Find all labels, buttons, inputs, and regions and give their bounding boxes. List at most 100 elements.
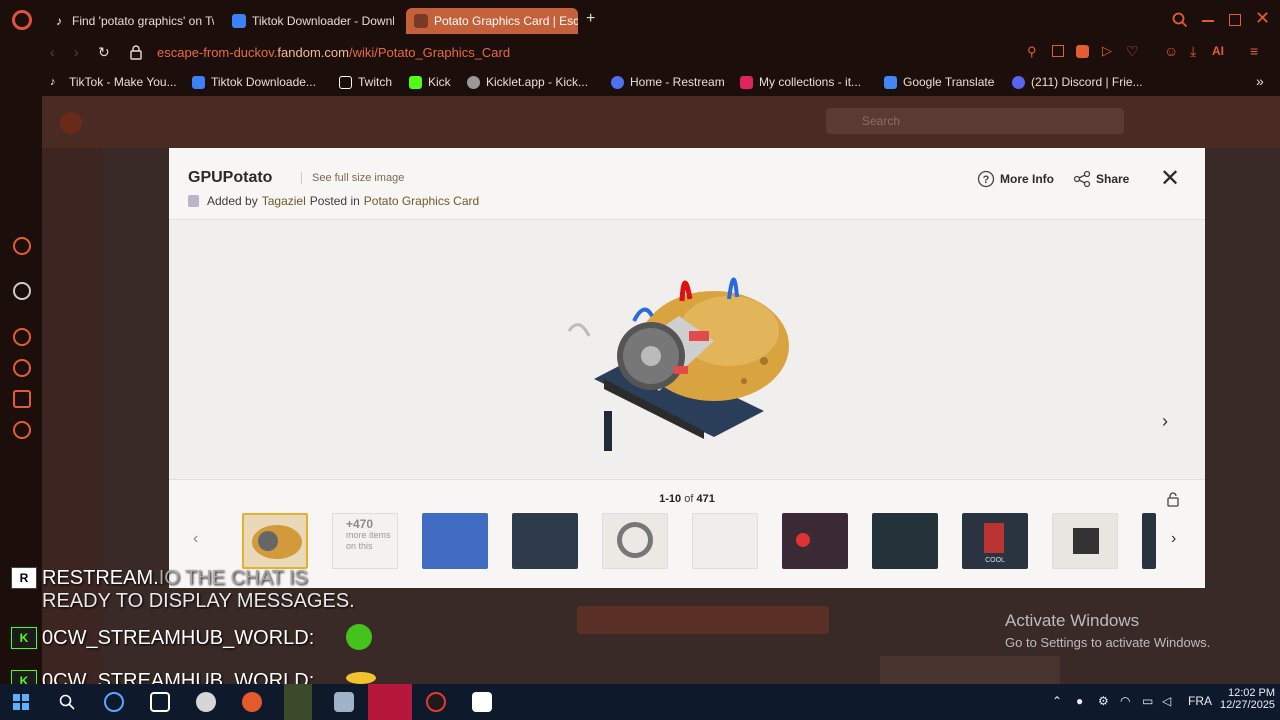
more-info-label: More Info — [1000, 172, 1054, 186]
search-icon[interactable] — [59, 694, 75, 710]
next-thumbs-icon[interactable]: › — [1171, 530, 1176, 548]
sidebar-settings-icon[interactable] — [13, 421, 31, 439]
bookmark-label: TikTok - Make You... — [69, 75, 177, 89]
page-link[interactable]: Potato Graphics Card — [364, 194, 479, 208]
app-icon[interactable] — [196, 692, 216, 712]
see-full-size-link[interactable]: See full size image — [301, 172, 404, 184]
url-field[interactable]: escape-from-duckov.fandom.com/wiki/Potat… — [157, 45, 510, 60]
thumbnail-red-scene[interactable] — [782, 513, 848, 569]
restream-icon — [611, 75, 624, 89]
downloads-icon[interactable]: ⤓ — [1190, 43, 1196, 60]
tray-wifi-icon[interactable]: ◠ — [1120, 694, 1130, 708]
twitch-icon — [339, 75, 352, 89]
microphone-app-icon[interactable] — [242, 692, 262, 712]
back-icon[interactable]: ‹ — [50, 44, 55, 60]
tray-gear-icon[interactable]: ⚙ — [1098, 694, 1109, 708]
share-button[interactable]: Share — [1073, 170, 1129, 188]
restream-badge-letter: R — [19, 571, 29, 585]
sidebar-history-icon[interactable] — [13, 359, 31, 377]
page-button-dimmed — [577, 606, 829, 634]
share-label: Share — [1096, 172, 1130, 186]
app-active-icon[interactable] — [368, 684, 412, 720]
bookmark-kick[interactable]: Kick — [409, 75, 451, 89]
thumbnail-blueprint[interactable] — [422, 513, 488, 569]
tab-bar: ♪ Find 'potato graphics' on Tw Tiktok Do… — [0, 0, 1280, 40]
bookmark-discord[interactable]: (211) Discord | Frie... — [1012, 75, 1143, 89]
sidebar-extensions-icon[interactable] — [13, 390, 31, 408]
thumbnail-room[interactable] — [512, 513, 578, 569]
new-tab-button[interactable]: + — [586, 10, 595, 28]
bookmark-twitch[interactable]: Twitch — [339, 75, 392, 89]
opera-logo-icon[interactable] — [12, 10, 32, 30]
tab-potato-graphics-card[interactable]: Potato Graphics Card | Esc — [406, 8, 578, 34]
share-icon — [1073, 170, 1091, 188]
tray-clock[interactable]: 12:02 PM 12/27/2025 — [1220, 687, 1275, 711]
bookmark-google-translate[interactable]: Google Translate — [884, 75, 994, 89]
thumbnail-ring[interactable] — [602, 513, 668, 569]
page-thumb-dimmed — [880, 656, 1060, 684]
thumbnail-dark-room[interactable] — [872, 513, 938, 569]
thumbnail-caption: COOL — [985, 557, 1005, 564]
file-explorer-icon[interactable] — [284, 684, 312, 720]
thumbnail-device[interactable] — [1052, 513, 1118, 569]
lock-icon[interactable] — [1166, 491, 1180, 507]
maximize-icon[interactable] — [1229, 14, 1241, 26]
settings-app-icon[interactable] — [150, 692, 170, 712]
counter-range: 1-10 — [659, 493, 682, 505]
search-input[interactable]: Search — [826, 108, 1124, 134]
bookmark-my-collections[interactable]: My collections - it... — [740, 75, 861, 89]
chat-user-1: 0CW_STREAMHUB_WORLD: — [42, 627, 315, 649]
counter-total: 471 — [696, 493, 715, 505]
bookmark-tiktok[interactable]: ♪ TikTok - Make You... — [50, 75, 177, 89]
close-icon[interactable]: ✕ — [1159, 167, 1181, 191]
menu-icon[interactable]: ≡ — [1250, 43, 1258, 59]
close-window-icon[interactable]: ✕ — [1255, 8, 1270, 29]
tray-language[interactable]: FRA — [1188, 694, 1212, 708]
added-by-label: Added by — [207, 194, 258, 208]
heart-icon[interactable]: ♡ — [1126, 43, 1139, 60]
pin-icon[interactable]: ⚲ — [1027, 44, 1037, 60]
windows-start-icon[interactable] — [13, 694, 29, 710]
sidebar-aria-icon[interactable] — [13, 237, 31, 255]
lock-icon[interactable] — [130, 45, 142, 60]
windows-taskbar: ⌃ ● ⚙ ◠ ▭ ◁ FRA 12:02 PM 12/27/2025 — [0, 684, 1280, 720]
more-bookmarks-icon[interactable]: » — [1256, 73, 1264, 89]
app-icon[interactable] — [334, 692, 354, 712]
thumbnail-cool[interactable]: COOL — [962, 513, 1028, 569]
sidebar-player-icon[interactable] — [13, 328, 31, 346]
url-prefix: escape-from-duckov. — [157, 45, 278, 60]
thumbnail-partial[interactable] — [1142, 513, 1156, 569]
shield-icon[interactable] — [1076, 45, 1089, 58]
ai-label: AI — [1212, 44, 1224, 58]
bookmark-tiktok-downloader[interactable]: Tiktok Downloade... — [192, 75, 316, 89]
author-link[interactable]: Tagaziel — [262, 194, 306, 208]
bookmark-restream[interactable]: Home - Restream — [611, 75, 725, 89]
thumbnail-sketch[interactable] — [692, 513, 758, 569]
sidebar-chatgpt-icon[interactable] — [13, 282, 31, 300]
broadcast-icon[interactable] — [104, 692, 124, 712]
tray-microphone-icon[interactable]: ● — [1076, 694, 1083, 708]
tray-expand-icon[interactable]: ⌃ — [1052, 694, 1062, 708]
more-items-thumbnail[interactable]: +470 more items on this — [332, 513, 398, 569]
more-info-button[interactable]: ? More Info — [977, 170, 1054, 188]
tab-tiktok-downloader[interactable]: Tiktok Downloader - Downl — [224, 8, 394, 34]
snapshot-icon[interactable] — [1052, 45, 1064, 57]
reload-icon[interactable]: ↻ — [98, 44, 110, 61]
play-icon[interactable]: ▷ — [1102, 43, 1112, 59]
next-image-icon[interactable]: › — [1162, 411, 1168, 432]
minimize-icon[interactable] — [1202, 20, 1214, 22]
thumbnail-gpu-potato[interactable] — [242, 513, 308, 569]
translate-icon — [884, 75, 897, 89]
account-icon[interactable]: ☺ — [1164, 43, 1178, 59]
opera-gx-icon[interactable] — [426, 692, 446, 712]
prev-thumbs-icon[interactable]: ‹ — [193, 530, 198, 548]
forward-icon[interactable]: › — [74, 44, 79, 60]
tray-battery-icon[interactable]: ▭ — [1142, 694, 1153, 708]
ai-button[interactable]: AI — [1212, 44, 1224, 58]
tray-volume-icon[interactable]: ◁ — [1162, 694, 1171, 708]
capcut-icon[interactable] — [472, 692, 492, 712]
bookmark-kicklet[interactable]: Kicklet.app - Kick... — [467, 75, 588, 89]
search-icon[interactable] — [1172, 12, 1188, 28]
restream-msg-line2: READY TO DISPLAY MESSAGES. — [42, 590, 355, 612]
tab-twitch-search[interactable]: ♪ Find 'potato graphics' on Tw — [44, 8, 214, 34]
